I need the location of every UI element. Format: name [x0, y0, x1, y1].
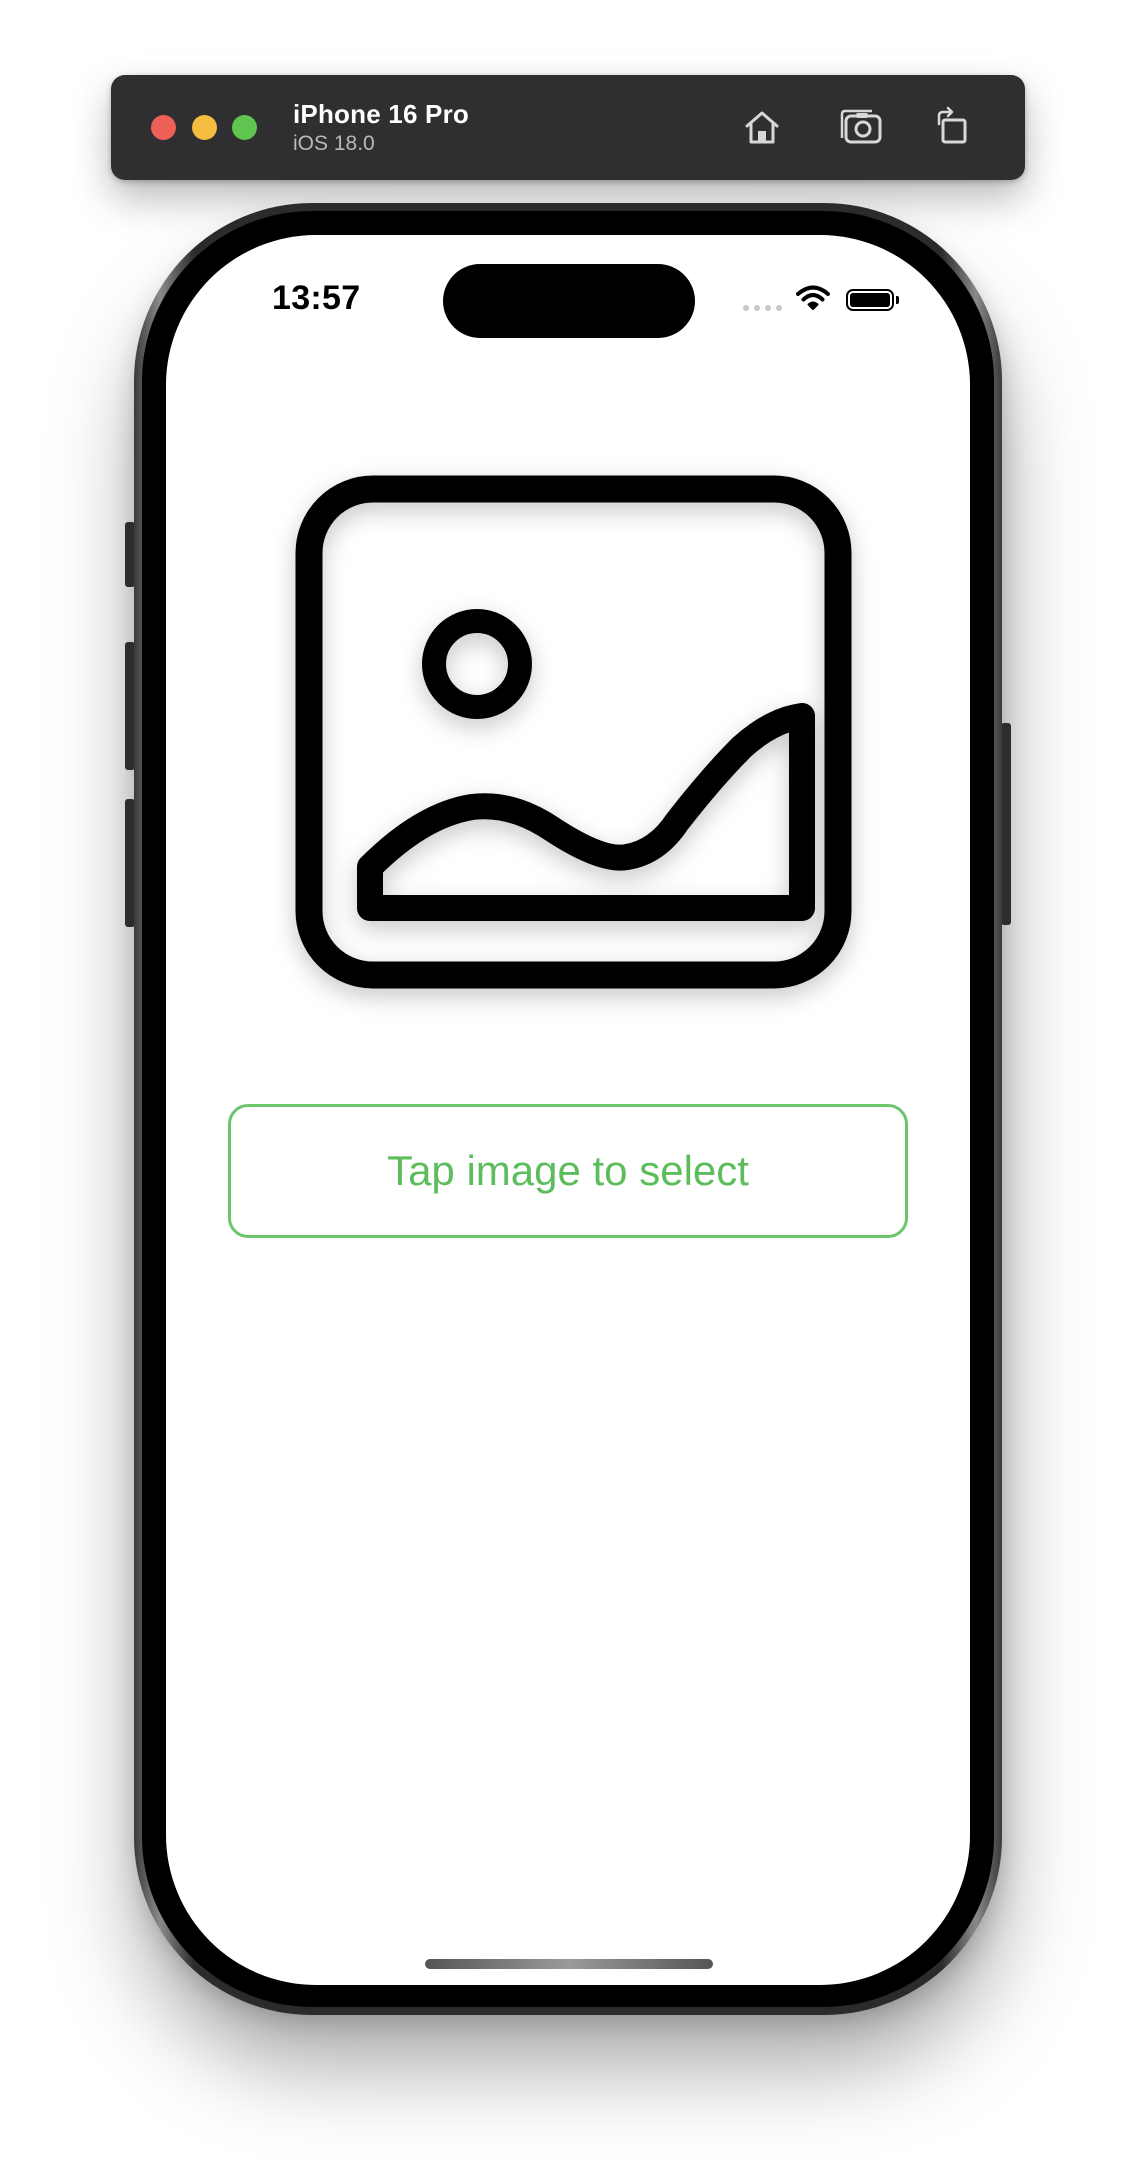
home-indicator[interactable] — [425, 1959, 713, 1969]
battery-level — [850, 293, 890, 307]
close-window-button[interactable] — [151, 115, 176, 140]
cellular-signal-icon — [743, 305, 782, 311]
rotate-icon — [937, 106, 967, 144]
rotate-button[interactable] — [927, 102, 977, 152]
home-icon — [745, 111, 779, 144]
os-version: iOS 18.0 — [293, 132, 375, 155]
battery-nub — [896, 296, 899, 304]
zoom-window-button[interactable] — [232, 115, 257, 140]
home-button[interactable] — [737, 102, 787, 152]
phone-screen: 13:57 Tap image to select — [166, 235, 970, 1985]
screenshot-icon — [840, 109, 882, 144]
status-time: 13:57 — [272, 279, 361, 317]
photo-icon[interactable] — [282, 472, 852, 992]
dynamic-island — [443, 264, 695, 338]
side-power-button[interactable] — [1001, 723, 1011, 925]
screenshot-button[interactable] — [836, 102, 886, 152]
battery-icon — [846, 289, 894, 311]
minimize-window-button[interactable] — [192, 115, 217, 140]
simulator-toolbar: iPhone 16 Pro iOS 18.0 — [111, 75, 1025, 180]
wifi-icon — [796, 285, 830, 310]
select-image-button[interactable]: Tap image to select — [228, 1104, 908, 1238]
simulator-window: iPhone 16 Pro iOS 18.0 13:57 Tap image t… — [0, 0, 1136, 2168]
device-name: iPhone 16 Pro — [293, 99, 469, 129]
